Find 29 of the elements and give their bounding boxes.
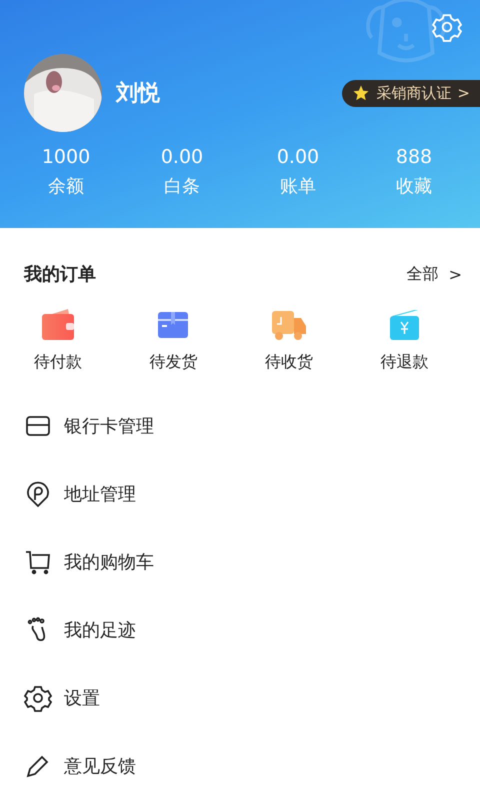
stat-label: 余额 bbox=[48, 175, 84, 198]
section-title: 我的订单 bbox=[24, 263, 96, 286]
stat-value: 888 bbox=[396, 146, 432, 168]
menu-item[interactable]: 意见反馈 bbox=[64, 754, 136, 778]
stat-value: 0.00 bbox=[276, 146, 320, 168]
certification-badge[interactable]: 采销商认证 > bbox=[342, 80, 480, 106]
stat-label: 收藏 bbox=[396, 175, 432, 198]
order-status-button[interactable]: 待收货 bbox=[231, 308, 346, 373]
cart-icon bbox=[24, 548, 52, 576]
settings-icon[interactable] bbox=[432, 12, 462, 42]
order-status-button[interactable]: 待付款 bbox=[0, 308, 116, 373]
user-name: 刘悦 bbox=[116, 80, 161, 108]
stat-value: 0.00 bbox=[160, 146, 204, 168]
stat-label: 账单 bbox=[280, 175, 316, 198]
menu-item[interactable]: 我的足迹 bbox=[64, 618, 136, 642]
chevron-icon: > bbox=[457, 84, 470, 102]
settings-icon bbox=[24, 684, 52, 712]
location-icon bbox=[24, 480, 52, 508]
stat-label: 白条 bbox=[164, 175, 200, 198]
badge-label: 采销商认证 bbox=[376, 84, 452, 102]
star-icon bbox=[352, 84, 370, 102]
menu-item[interactable]: 地址管理 bbox=[64, 482, 136, 506]
order-status-button[interactable]: 待退款 bbox=[346, 308, 462, 373]
all-orders-link[interactable]: 全部 > bbox=[406, 264, 462, 284]
stat-value: 1000 bbox=[42, 146, 90, 168]
menu-item[interactable]: 我的购物车 bbox=[64, 550, 154, 574]
order-status-button[interactable]: 待发货 bbox=[116, 308, 231, 373]
menu-item[interactable]: 设置 bbox=[64, 686, 100, 710]
menu-item[interactable]: 银行卡管理 bbox=[64, 414, 154, 438]
